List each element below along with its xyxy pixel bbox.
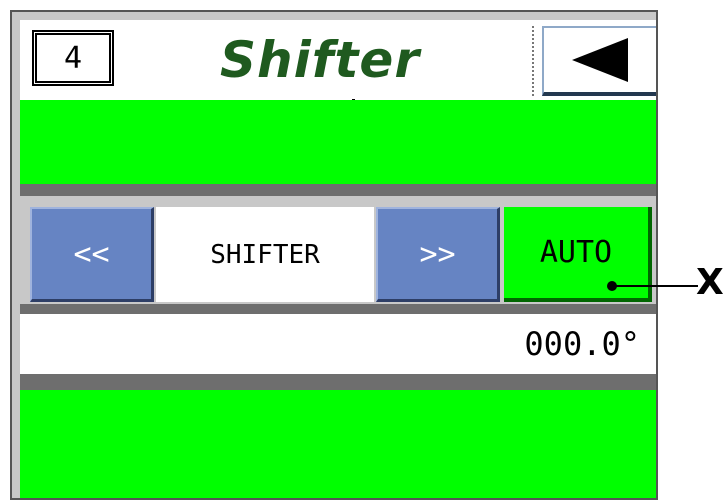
mode-label: SHIFTER [156,207,374,302]
divider-strip [20,184,656,196]
status-area-bottom [20,390,656,498]
next-button[interactable]: >> [376,207,500,302]
callout-line [612,285,698,287]
divider-strip [20,304,656,314]
left-triangle-icon [572,38,628,82]
back-button-face[interactable] [542,26,656,96]
divider-strip [20,374,656,390]
header-bar: 4 Shifter [20,20,656,102]
back-button[interactable] [532,26,656,96]
status-area-top [20,100,656,184]
control-row: << SHIFTER >> AUTO [20,202,656,306]
page-number: 4 [32,30,114,86]
hmi-panel: 4 Shifter << SHIFTER >> AUTO 000.0° [10,10,658,500]
page-title: Shifter [220,31,420,89]
position-readout: 000.0° [20,314,656,374]
prev-button[interactable]: << [30,207,154,302]
callout-label: X [696,262,724,303]
auto-button[interactable]: AUTO [504,207,652,302]
